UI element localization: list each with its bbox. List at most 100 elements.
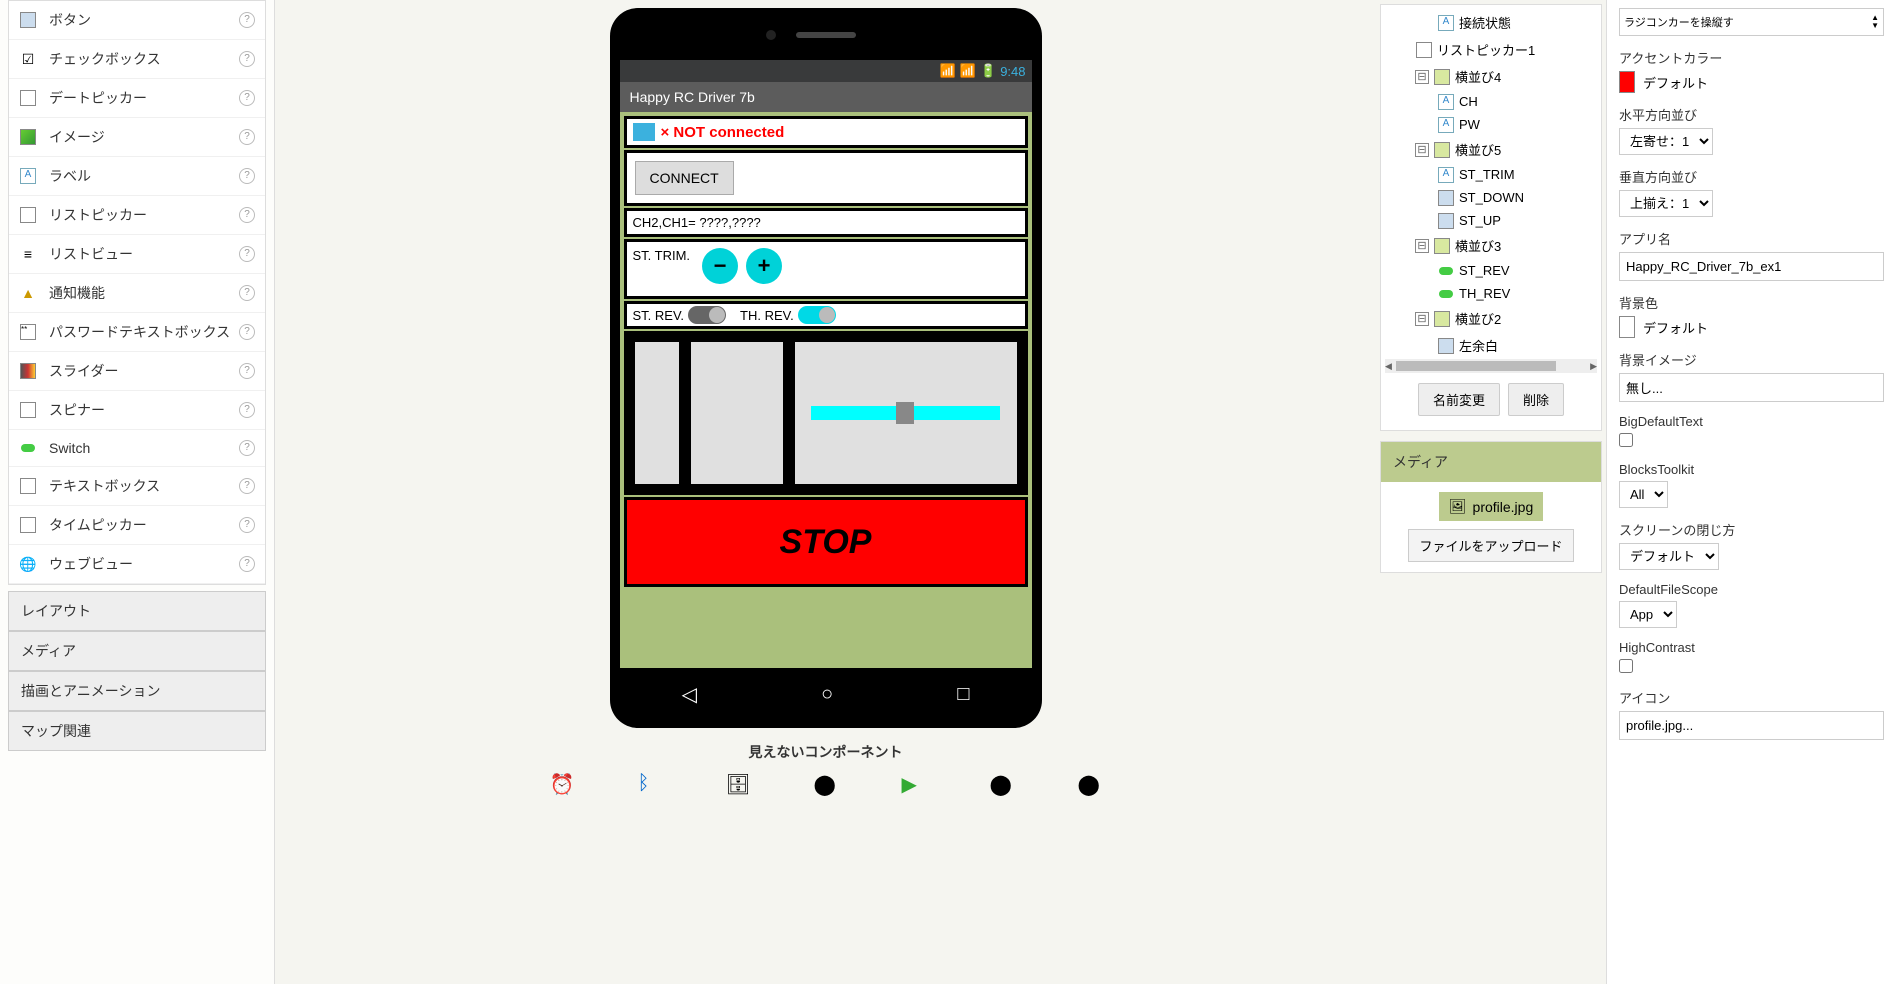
tree-item[interactable]: リストピッカー1 <box>1385 36 1597 63</box>
nav-recent-icon[interactable]: □ <box>957 683 969 706</box>
help-icon[interactable]: ? <box>239 51 255 67</box>
palette-item-button[interactable]: ボタン? <box>9 1 265 40</box>
media-file[interactable]: 🖼profile.jpg <box>1439 492 1543 521</box>
help-icon[interactable]: ? <box>239 324 255 340</box>
bgcolor-swatch <box>1619 316 1635 338</box>
tree-item[interactable]: ⊟横並び4 <box>1385 63 1597 90</box>
collapse-icon[interactable]: ⊟ <box>1415 239 1429 253</box>
collapse-icon[interactable]: ⊟ <box>1415 70 1429 84</box>
clock-icon[interactable]: ⏰ <box>550 772 574 796</box>
scope-select[interactable]: App <box>1619 601 1677 628</box>
phone-speaker <box>796 32 856 38</box>
help-icon[interactable]: ? <box>239 246 255 262</box>
control-mid[interactable] <box>687 338 787 488</box>
scrollbar-thumb[interactable] <box>1396 361 1556 371</box>
palette-item-label[interactable]: Aラベル? <box>9 157 265 196</box>
palette-cat-media[interactable]: メディア <box>8 631 266 671</box>
palette-item-checkbox[interactable]: ☑チェックボックス? <box>9 40 265 79</box>
palette-item-listview[interactable]: ≡リストビュー? <box>9 235 265 274</box>
tree-item[interactable]: A接続状態 <box>1385 9 1597 36</box>
palette-item-textbox[interactable]: テキストボックス? <box>9 467 265 506</box>
trim-down-button[interactable]: − <box>702 248 738 284</box>
accent-picker[interactable]: デフォルト <box>1619 71 1884 93</box>
help-icon[interactable]: ? <box>239 90 255 106</box>
help-icon[interactable]: ? <box>239 402 255 418</box>
palette-item-webview[interactable]: 🌐ウェブビュー? <box>9 545 265 584</box>
st-rev-toggle[interactable] <box>688 306 726 324</box>
bluetooth-icon[interactable]: ᛒ <box>638 772 662 796</box>
palette-item-notifier[interactable]: ▲通知機能? <box>9 274 265 313</box>
help-icon[interactable]: ? <box>239 440 255 456</box>
tree-item-label: 横並び5 <box>1455 140 1501 159</box>
appname-input[interactable] <box>1619 252 1884 281</box>
tree-scrollbar[interactable]: ◀ ▶ <box>1385 359 1597 373</box>
icon-input[interactable] <box>1619 711 1884 740</box>
palette-item-password[interactable]: **パスワードテキストボックス? <box>9 313 265 352</box>
palette-item-listpicker[interactable]: リストピッカー? <box>9 196 265 235</box>
tree-item[interactable]: APW <box>1385 113 1597 136</box>
collapse-icon[interactable]: ⊟ <box>1415 312 1429 326</box>
trim-up-button[interactable]: + <box>746 248 782 284</box>
disc1-icon[interactable]: ⬤ <box>990 772 1014 796</box>
palette-cat-drawing[interactable]: 描画とアニメーション <box>8 671 266 711</box>
collapse-icon[interactable]: ⊟ <box>1415 143 1429 157</box>
halign-select[interactable]: 左寄せ：1 <box>1619 128 1713 155</box>
palette-item-image[interactable]: イメージ? <box>9 118 265 157</box>
palette-item-timepicker[interactable]: タイムピッカー? <box>9 506 265 545</box>
layout-icon <box>1433 239 1451 253</box>
slider-thumb[interactable] <box>896 402 914 424</box>
sensor-icon[interactable]: ⬤ <box>814 772 838 796</box>
steering-slider[interactable] <box>811 406 1000 420</box>
palette-cat-maps[interactable]: マップ関連 <box>8 711 266 751</box>
db-icon[interactable]: 🗄 <box>726 772 750 796</box>
highcontrast-checkbox[interactable] <box>1619 659 1633 673</box>
help-icon[interactable]: ? <box>239 12 255 28</box>
valign-select[interactable]: 上揃え：1 <box>1619 190 1713 217</box>
help-icon[interactable]: ? <box>239 168 255 184</box>
nav-back-icon[interactable]: ◁ <box>682 682 697 707</box>
rename-button[interactable]: 名前変更 <box>1418 383 1500 416</box>
tree-item[interactable]: AST_TRIM <box>1385 163 1597 186</box>
bgcolor-picker[interactable]: デフォルト <box>1619 316 1884 338</box>
control-right[interactable] <box>791 338 1021 488</box>
palette-item-datepicker[interactable]: デートピッカー? <box>9 79 265 118</box>
tree-item[interactable]: ⊟横並び3 <box>1385 232 1597 259</box>
stop-button[interactable]: STOP <box>624 497 1028 587</box>
help-icon[interactable]: ? <box>239 363 255 379</box>
help-icon[interactable]: ? <box>239 556 255 572</box>
help-icon[interactable]: ? <box>239 285 255 301</box>
close-select[interactable]: デフォルト <box>1619 543 1719 570</box>
help-icon[interactable]: ? <box>239 207 255 223</box>
connect-button[interactable]: CONNECT <box>635 161 734 195</box>
disc2-icon[interactable]: ⬤ <box>1078 772 1102 796</box>
palette-item-slider[interactable]: スライダー? <box>9 352 265 391</box>
scope-label: DefaultFileScope <box>1619 582 1884 597</box>
bgimg-input[interactable] <box>1619 373 1884 402</box>
palette-item-spinner[interactable]: スピナー? <box>9 391 265 430</box>
tree-item[interactable]: ST_UP <box>1385 209 1597 232</box>
tree-item[interactable]: ST_DOWN <box>1385 186 1597 209</box>
nav-home-icon[interactable]: ○ <box>821 683 833 706</box>
tree-item[interactable]: ⊟横並び2 <box>1385 305 1597 332</box>
about-scroll-icon[interactable]: ▲▼ <box>1871 14 1879 30</box>
delete-button[interactable]: 削除 <box>1508 383 1564 416</box>
th-rev-toggle[interactable] <box>798 306 836 324</box>
help-icon[interactable]: ? <box>239 129 255 145</box>
tree-item[interactable]: ACH <box>1385 90 1597 113</box>
tree-item[interactable]: ST_REV <box>1385 259 1597 282</box>
palette-cat-layout[interactable]: レイアウト <box>8 591 266 631</box>
palette-item-switch[interactable]: Switch? <box>9 430 265 467</box>
bgcolor-label: 背景色 <box>1619 293 1884 312</box>
tree-item-label: TH_REV <box>1459 286 1510 301</box>
tree-item[interactable]: 左余白 <box>1385 332 1597 359</box>
bigdef-checkbox[interactable] <box>1619 433 1633 447</box>
about-textarea[interactable]: ラジコンカーを操縦す ▲▼ <box>1619 8 1884 36</box>
help-icon[interactable]: ? <box>239 517 255 533</box>
help-icon[interactable]: ? <box>239 478 255 494</box>
tree-item[interactable]: TH_REV <box>1385 282 1597 305</box>
blocks-select[interactable]: All <box>1619 481 1668 508</box>
play-icon[interactable]: ▶ <box>902 772 926 796</box>
control-left[interactable] <box>631 338 683 488</box>
upload-button[interactable]: ファイルをアップロード <box>1408 529 1573 562</box>
tree-item[interactable]: ⊟ 横並び5 <box>1385 136 1597 163</box>
